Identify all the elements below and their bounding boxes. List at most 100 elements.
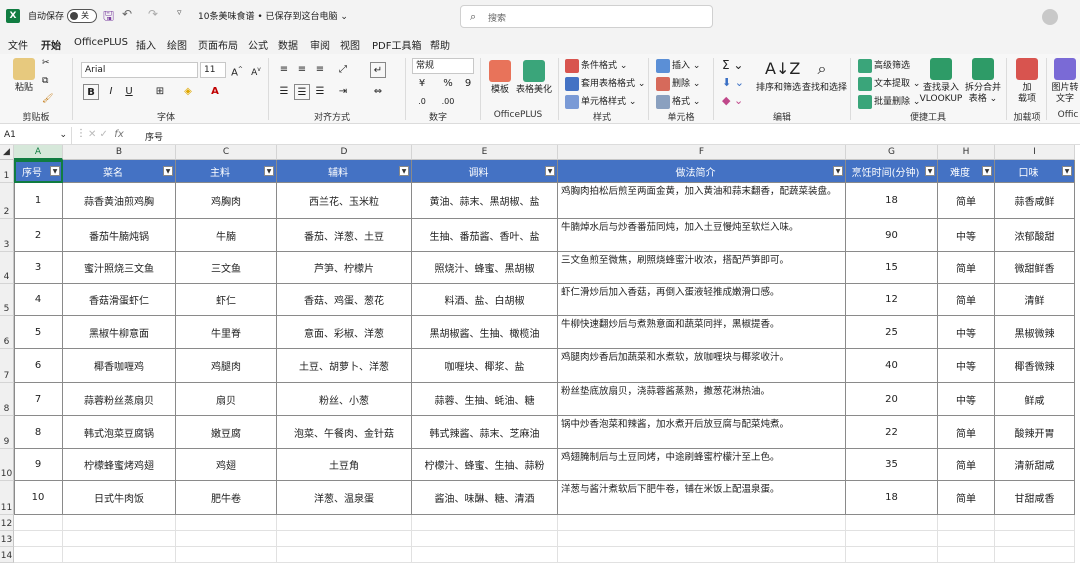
- table-cell[interactable]: 2: [14, 219, 63, 252]
- column-header[interactable]: G: [846, 145, 938, 160]
- increase-font-icon[interactable]: A^: [229, 62, 245, 78]
- wrap-text-icon[interactable]: ↵: [370, 62, 386, 78]
- percent-icon[interactable]: %: [440, 76, 456, 92]
- empty-cell[interactable]: [14, 547, 63, 563]
- table-cell[interactable]: 嫩豆腐: [176, 416, 277, 449]
- save-icon[interactable]: 🖫: [103, 7, 114, 29]
- table-cell[interactable]: 鲜咸: [995, 383, 1075, 416]
- tab-view[interactable]: 视图: [340, 37, 360, 52]
- table-cell[interactable]: 蒜蓉、生抽、蚝油、糖: [412, 383, 558, 416]
- customize-toolbar-icon[interactable]: ▿: [177, 8, 182, 18]
- table-cell[interactable]: 9: [14, 449, 63, 481]
- table-cell[interactable]: 20: [846, 383, 938, 416]
- table-cell[interactable]: 照烧汁、蜂蜜、黑胡椒: [412, 252, 558, 284]
- empty-cell[interactable]: [63, 531, 176, 547]
- table-header-cell[interactable]: 菜名 ▼: [63, 160, 176, 183]
- paste-button[interactable]: 粘贴: [10, 58, 38, 94]
- table-cell[interactable]: 18: [846, 481, 938, 515]
- empty-cell[interactable]: [938, 515, 995, 531]
- table-cell[interactable]: 酱油、味醂、糖、清酒: [412, 481, 558, 515]
- align-left-icon[interactable]: ☰: [276, 84, 292, 100]
- table-cell[interactable]: 牛里脊: [176, 316, 277, 349]
- row-header[interactable]: 8: [0, 383, 14, 416]
- empty-cell[interactable]: [412, 547, 558, 563]
- table-cell[interactable]: 韩式泡菜豆腐锅: [63, 416, 176, 449]
- table-header-cell[interactable]: 做法简介 ▼: [558, 160, 846, 183]
- tab-insert[interactable]: 插入: [136, 37, 156, 52]
- empty-cell[interactable]: [176, 531, 277, 547]
- table-cell[interactable]: 简单: [938, 481, 995, 515]
- table-cell[interactable]: 西兰花、玉米粒: [277, 183, 412, 219]
- empty-cell[interactable]: [277, 531, 412, 547]
- table-cell[interactable]: 鸡翅腌制后与土豆同烤，中途刷蜂蜜柠檬汁至上色。: [558, 449, 846, 481]
- column-header[interactable]: H: [938, 145, 995, 160]
- column-header[interactable]: I: [995, 145, 1075, 160]
- table-cell[interactable]: 黑椒微辣: [995, 316, 1075, 349]
- fx-icon[interactable]: ✕ ✓ fx: [88, 129, 124, 140]
- empty-cell[interactable]: [846, 531, 938, 547]
- table-beautify-button[interactable]: 表格美化: [516, 60, 552, 96]
- table-cell[interactable]: 清新甜咸: [995, 449, 1075, 481]
- table-cell[interactable]: 粉丝、小葱: [277, 383, 412, 416]
- table-cell[interactable]: 8: [14, 416, 63, 449]
- table-cell[interactable]: 简单: [938, 284, 995, 316]
- table-cell[interactable]: 40: [846, 349, 938, 383]
- table-cell[interactable]: 三文鱼: [176, 252, 277, 284]
- cell-styles-button[interactable]: 单元格样式 ⌄: [565, 94, 636, 109]
- fill-icon[interactable]: ⬇ ⌄: [722, 76, 744, 89]
- filter-dropdown-icon[interactable]: ▼: [545, 166, 555, 176]
- borders-icon[interactable]: ⊞: [152, 84, 168, 100]
- vlookup-button[interactable]: 查找录入 VLOOKUP: [918, 58, 964, 105]
- merge-center-icon[interactable]: ⇔: [370, 84, 386, 100]
- name-box[interactable]: A1 ⌄: [0, 127, 72, 145]
- row-header[interactable]: 5: [0, 284, 14, 316]
- table-cell[interactable]: 咖喱块、椰浆、盐: [412, 349, 558, 383]
- find-select-button[interactable]: ⌕ 查找和选择: [802, 58, 847, 94]
- spreadsheet-grid[interactable]: ◢ A B C D E F G H I 1 2 3 4 5 6 7 8 9 10 11 12 13 14 序号 ▼ 菜名 ▼ 主料 ▼ 辅…: [0, 145, 1080, 563]
- empty-cell[interactable]: [995, 547, 1075, 563]
- row-header[interactable]: 1: [0, 160, 14, 183]
- empty-cell[interactable]: [14, 515, 63, 531]
- row-header[interactable]: 2: [0, 183, 14, 219]
- table-cell[interactable]: 鸡腿肉: [176, 349, 277, 383]
- filter-dropdown-icon[interactable]: ▼: [1062, 166, 1072, 176]
- align-center-icon[interactable]: ☰: [294, 84, 310, 100]
- filter-dropdown-icon[interactable]: ▼: [399, 166, 409, 176]
- table-cell[interactable]: 牛柳快速翻炒后与煮熟意面和蔬菜同拌，黑椒提香。: [558, 316, 846, 349]
- table-cell[interactable]: 简单: [938, 183, 995, 219]
- autosave-toggle[interactable]: 关: [67, 9, 97, 23]
- tab-help[interactable]: 帮助: [430, 37, 450, 52]
- table-cell[interactable]: 黄油、蒜末、黑胡椒、盐: [412, 183, 558, 219]
- table-cell[interactable]: 虾仁: [176, 284, 277, 316]
- tab-data[interactable]: 数据: [278, 37, 298, 52]
- table-cell[interactable]: 甘甜咸香: [995, 481, 1075, 515]
- table-cell[interactable]: 黑胡椒酱、生抽、橄榄油: [412, 316, 558, 349]
- table-header-cell[interactable]: 难度 ▼: [938, 160, 995, 183]
- decrease-decimal-icon[interactable]: .00: [440, 94, 456, 110]
- table-cell[interactable]: 粉丝垫底放扇贝，浇蒜蓉酱蒸熟，撒葱花淋热油。: [558, 383, 846, 416]
- tab-review[interactable]: 审阅: [310, 37, 330, 52]
- formula-input[interactable]: 序号: [145, 130, 163, 143]
- font-color-icon[interactable]: A: [207, 84, 223, 100]
- table-cell[interactable]: 扇贝: [176, 383, 277, 416]
- row-header[interactable]: 6: [0, 316, 14, 349]
- table-cell[interactable]: 中等: [938, 383, 995, 416]
- fill-color-icon[interactable]: ◈: [180, 84, 196, 100]
- empty-cell[interactable]: [63, 547, 176, 563]
- tab-page-layout[interactable]: 页面布局: [198, 37, 238, 52]
- table-cell[interactable]: 鸡腿肉炒香后加蔬菜和水煮软，放咖喱块与椰浆收汁。: [558, 349, 846, 383]
- table-cell[interactable]: 牛腩焯水后与炒香番茄同炖，加入土豆慢炖至软烂入味。: [558, 219, 846, 252]
- table-cell[interactable]: 蒜蓉粉丝蒸扇贝: [63, 383, 176, 416]
- select-all-corner[interactable]: ◢: [0, 145, 14, 160]
- table-cell[interactable]: 酸辣开胃: [995, 416, 1075, 449]
- row-header[interactable]: 12: [0, 515, 14, 531]
- empty-cell[interactable]: [846, 547, 938, 563]
- empty-cell[interactable]: [938, 531, 995, 547]
- format-painter-icon[interactable]: 🖌: [42, 94, 53, 104]
- decrease-font-icon[interactable]: Av: [248, 62, 264, 78]
- table-header-cell[interactable]: 烹饪时间(分钟) ▼: [846, 160, 938, 183]
- table-cell[interactable]: 柠檬蜂蜜烤鸡翅: [63, 449, 176, 481]
- table-cell[interactable]: 4: [14, 284, 63, 316]
- text-extract-button[interactable]: 文本提取 ⌄: [858, 76, 920, 91]
- table-cell[interactable]: 90: [846, 219, 938, 252]
